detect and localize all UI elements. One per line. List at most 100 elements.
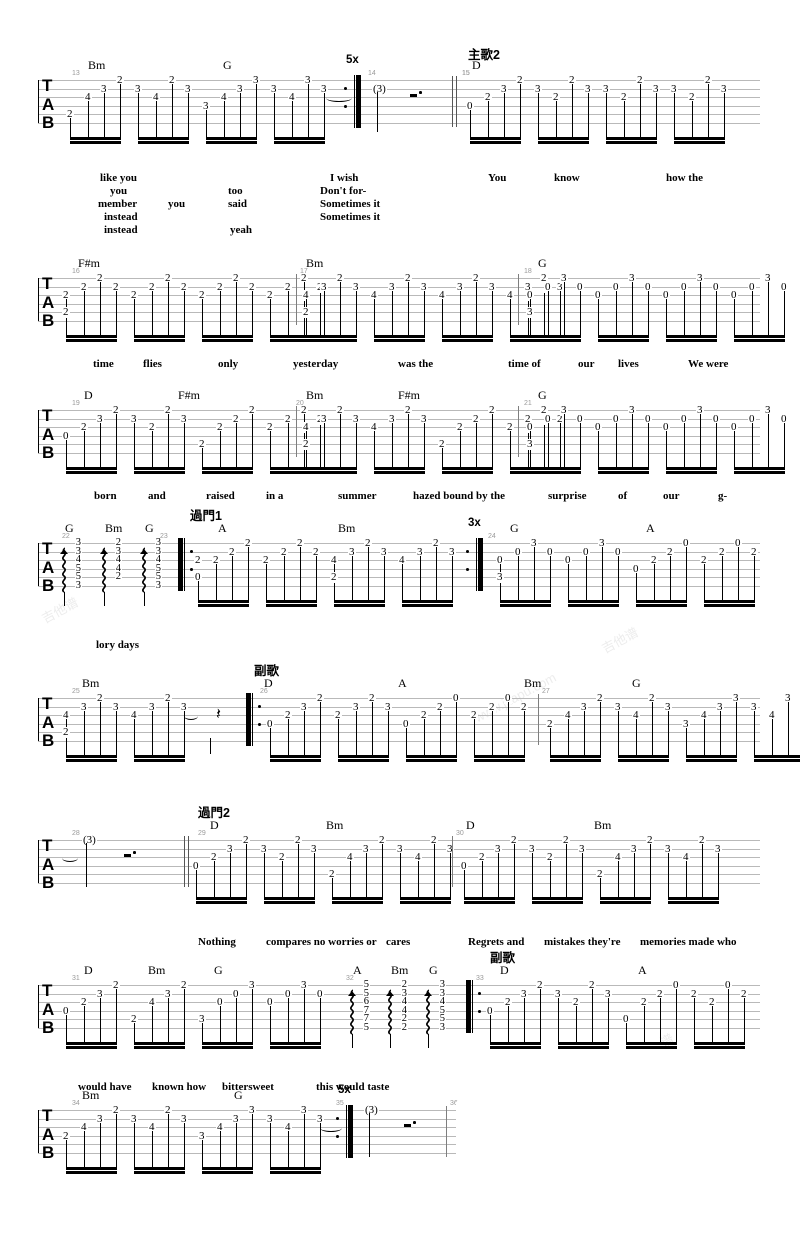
repeat-barline[interactable]: [466, 980, 482, 1033]
note-stem: [470, 109, 472, 137]
note-stem: [648, 422, 650, 467]
start-barline: [38, 698, 40, 741]
note-stem: [452, 555, 454, 600]
repeat-thin: [252, 693, 254, 746]
note-stem: [152, 431, 154, 467]
note-stem: [116, 710, 118, 755]
repeat-barline[interactable]: [336, 1105, 353, 1158]
tab-clef-letter: B: [42, 873, 55, 892]
note-stem: [616, 290, 618, 335]
beam: [549, 759, 601, 762]
repeat-barline[interactable]: [178, 538, 194, 591]
beam: [665, 335, 717, 338]
note-stem: [100, 282, 102, 335]
note-stem: [284, 555, 286, 600]
note-stem: [408, 414, 410, 467]
tab-clef-letter: B: [42, 731, 55, 750]
staff-line: [38, 865, 760, 867]
note-stem: [116, 290, 118, 335]
rest-stem: [210, 738, 212, 754]
staff: TAB16F#mBmG17182222222222222222243234323…: [38, 256, 788, 370]
lyric-text: g-: [718, 490, 728, 502]
beam: [617, 755, 669, 758]
note-stem: [424, 719, 426, 755]
chord-name: A: [353, 963, 362, 977]
note-stem: [100, 702, 102, 755]
note-stem: [188, 92, 190, 137]
beam: [529, 335, 581, 338]
repeat-barline[interactable]: [466, 538, 483, 591]
note-stem: [582, 852, 584, 897]
fret-number: (3): [372, 82, 387, 95]
note-stem: [408, 282, 410, 335]
lyric-text: this would taste: [316, 1081, 390, 1093]
fret-number: 2: [62, 306, 70, 319]
note-stem: [340, 414, 342, 467]
lyric-text: our: [663, 490, 680, 502]
beam: [703, 604, 755, 607]
quarter-rest: 𝄽: [216, 704, 221, 723]
note-stem: [548, 290, 550, 335]
beam: [133, 335, 185, 338]
beam: [537, 137, 589, 140]
beam: [733, 467, 785, 470]
note-stem: [656, 92, 658, 137]
repeat-barline[interactable]: [246, 693, 262, 746]
note-stem: [236, 282, 238, 335]
barline-stroke: [452, 76, 454, 127]
note-stem: [292, 101, 294, 137]
staff: T A B 31 D Bm G 32 0 2 3 2 2 4 3 2 3 0 0 3 0 0 3 0 5 5 6 7 7 5 A 2 3 4 4 2 2…: [38, 951, 760, 1093]
note-stem: [514, 844, 516, 897]
note-stem: [568, 564, 570, 600]
beam: [333, 600, 385, 603]
repeat-barline[interactable]: [344, 75, 361, 128]
note-stem: [88, 101, 90, 137]
note-stem: [84, 1006, 86, 1042]
beam: [499, 600, 551, 603]
chord-stem: [64, 592, 65, 606]
note-stem: [374, 431, 376, 467]
note-stem: [314, 852, 316, 897]
note-stem: [722, 555, 724, 600]
lyric-text: like you: [100, 172, 137, 184]
beam: [137, 141, 189, 144]
chord-name: Bm: [306, 256, 324, 270]
note-stem: [100, 422, 102, 467]
repeat-dot: [344, 87, 348, 91]
repeat-dot: [336, 1117, 340, 1121]
beam: [665, 471, 717, 474]
note-stem: [316, 555, 318, 600]
staff: T A B 13 Bm G 主歌2 D 14 15 2 4 3 2 3 4 2 3 3 4 3 3 3 4 3 3 5x (3) 15 0…: [38, 48, 760, 236]
lyric-text: instead: [104, 224, 138, 236]
tab-clef-letter: T: [42, 274, 53, 293]
lyric-text: you: [110, 185, 128, 197]
staff-tail: [446, 1110, 450, 1154]
note-stem: [356, 290, 358, 335]
beam: [373, 471, 425, 474]
measure-number: 34: [72, 1100, 80, 1107]
note-stem: [374, 299, 376, 335]
note-stem: [424, 422, 426, 467]
note-stem: [288, 290, 290, 335]
note-stem: [356, 710, 358, 755]
note-stem: [648, 290, 650, 335]
tab-clef-letter: T: [42, 1106, 53, 1125]
note-stem: [734, 299, 736, 335]
note-stem: [456, 702, 458, 755]
note-stem: [560, 290, 562, 335]
note-stem: [368, 547, 370, 600]
note-stem: [488, 101, 490, 137]
beam: [441, 471, 493, 474]
note-stem: [66, 1014, 68, 1042]
beam: [197, 604, 249, 607]
beam: [263, 901, 315, 904]
chord-name: G: [510, 521, 519, 535]
chord-name: G: [65, 521, 74, 535]
fret-number: 3: [496, 571, 504, 584]
beam: [399, 901, 451, 904]
note-stem: [206, 109, 208, 137]
chord-name: Bm: [88, 58, 106, 72]
measure-number: 28: [72, 830, 80, 837]
lyric-text: in a: [266, 490, 284, 502]
beam: [273, 141, 325, 144]
